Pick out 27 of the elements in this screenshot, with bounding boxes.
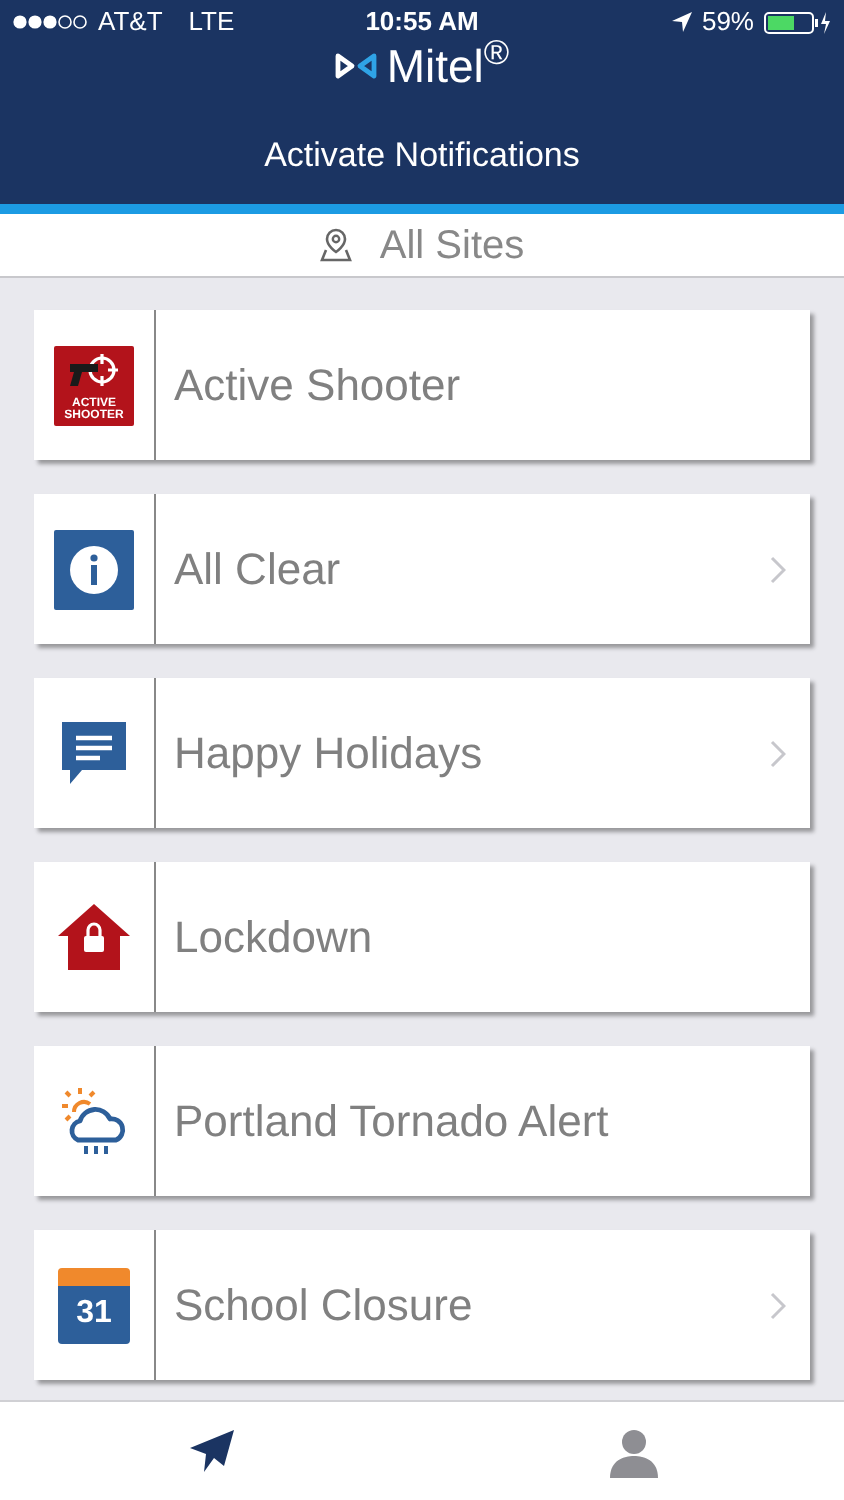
notification-label: Active Shooter (174, 358, 463, 414)
info-icon (54, 529, 134, 609)
battery-percent: 59% (701, 4, 754, 41)
notification-label: Happy Holidays (174, 726, 485, 782)
battery-icon (764, 11, 832, 33)
carrier-label: AT&T (98, 4, 163, 41)
notification-card[interactable]: 31 School Closure (34, 1230, 810, 1380)
network-label: LTE (188, 4, 235, 41)
notification-card[interactable]: Portland Tornado Alert (34, 1046, 810, 1196)
notification-label: School Closure (174, 1278, 475, 1334)
paper-plane-icon (187, 1427, 235, 1475)
notification-card[interactable]: All Clear (34, 494, 810, 644)
map-pin-icon (319, 228, 352, 262)
notification-label: Portland Tornado Alert (174, 1094, 611, 1150)
logo-wordmark: Mitel$^{®}$ (386, 43, 510, 89)
notification-card[interactable]: Happy Holidays (34, 678, 810, 828)
notification-card[interactable]: Lockdown (34, 862, 810, 1012)
person-icon (607, 1425, 659, 1477)
logo-icon (334, 52, 379, 80)
notification-label: Lockdown (174, 910, 375, 966)
site-filter[interactable]: All Sites (0, 214, 844, 278)
signal-icon (12, 14, 88, 30)
location-arrow-icon (671, 12, 692, 32)
screen-title: Activate Notifications (262, 134, 582, 178)
target-pistol-icon (54, 345, 134, 425)
clock-time: 10:55 AM (363, 4, 481, 41)
notification-label: All Clear (174, 542, 343, 598)
